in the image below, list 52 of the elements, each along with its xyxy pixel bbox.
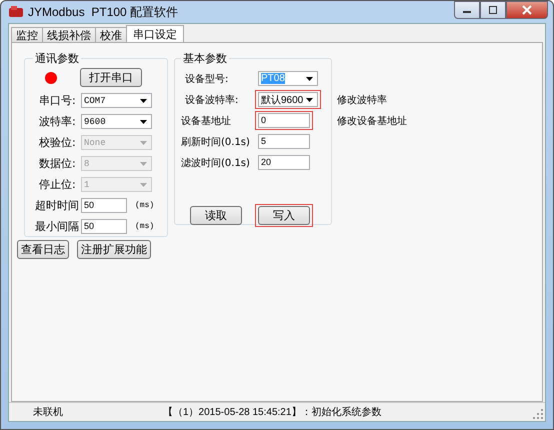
field-label: 校验位: (38, 135, 77, 150)
field-label: 串口号: (38, 93, 77, 108)
field-label: 停止位: (38, 177, 77, 192)
field-label: 最小间隔 (34, 219, 80, 234)
open-port-button[interactable]: 打开串口 (80, 68, 142, 87)
dropdown[interactable]: 9600 (81, 114, 152, 129)
field-label: 设备型号: (184, 72, 230, 86)
unit-label: (ms) (135, 201, 154, 210)
input-field[interactable]: 50 (81, 219, 127, 234)
caret-icon (140, 182, 147, 186)
close-icon (521, 5, 533, 15)
caret-icon (140, 162, 147, 166)
caret-icon (140, 98, 147, 102)
close-button[interactable] (506, 1, 548, 19)
minimize-button[interactable] (454, 1, 480, 19)
maximize-icon (488, 6, 498, 14)
action-button[interactable]: 读取 (190, 206, 242, 225)
action-button[interactable]: 注册扩展功能 (77, 240, 151, 259)
action-button[interactable]: 写入 (258, 206, 310, 225)
note-text: 修改设备基地址 (337, 114, 407, 128)
input-field[interactable]: 0 (258, 113, 310, 128)
tab[interactable]: 监控 (11, 27, 43, 42)
group-title: 基本参数 (182, 51, 228, 66)
group-title: 通讯参数 (34, 51, 80, 66)
note-text: 修改波特率 (337, 94, 387, 106)
input-field[interactable]: 20 (258, 155, 310, 170)
status-message: 【（1）2015-05-28 15:45:21】：初始化系统参数 (163, 406, 382, 419)
input-field[interactable]: 5 (258, 134, 310, 149)
caret-icon (306, 76, 313, 80)
input-field[interactable]: 50 (81, 198, 127, 213)
field-label: 滤波时间(0.1s) (181, 156, 251, 170)
field-label: 刷新时间(0.1s) (181, 136, 251, 148)
field-label: 超时时间 (34, 198, 80, 213)
app-icon (8, 5, 24, 19)
resize-grip-icon (533, 409, 543, 419)
dropdown[interactable]: COM7 (81, 93, 152, 108)
field-label: 设备基地址 (181, 114, 232, 128)
caret-icon (306, 98, 313, 102)
field-label: 数据位: (38, 156, 77, 171)
connection-status: 未联机 (33, 406, 64, 419)
tab[interactable]: 线损补偿 (42, 27, 96, 42)
tab[interactable]: 校准 (95, 27, 127, 42)
dropdown[interactable]: 默认9600 (258, 92, 318, 107)
window-title: JYModbus PT100 配置软件 (28, 4, 178, 20)
field-label: 波特率: (38, 114, 77, 129)
field-label: 设备波特率: (184, 94, 240, 106)
caret-icon (140, 140, 147, 144)
maximize-button[interactable] (480, 1, 506, 19)
caret-icon (140, 120, 147, 124)
action-button[interactable]: 查看日志 (17, 240, 69, 259)
unit-label: (ms) (135, 222, 154, 231)
tab[interactable]: 串口设定 (126, 25, 184, 42)
